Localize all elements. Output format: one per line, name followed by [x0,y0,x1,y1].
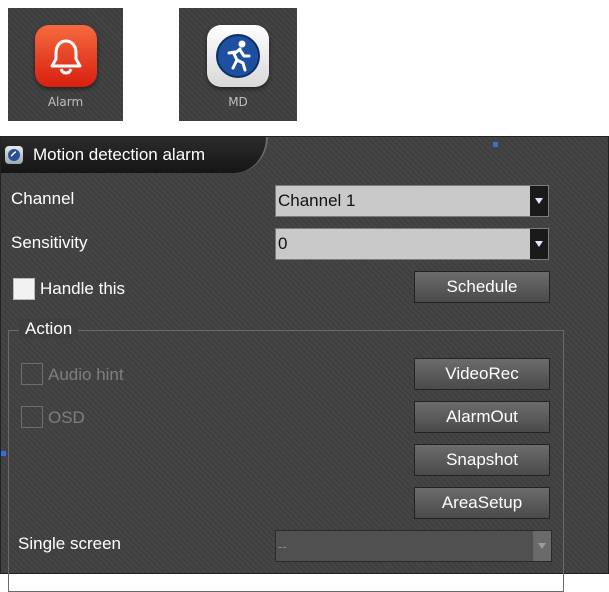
md-tile-label: MD [228,95,248,109]
channel-label: Channel [11,189,75,208]
dialog-title-bar[interactable]: Motion detection alarm [1,137,268,173]
md-tile[interactable]: MD [179,8,297,121]
osd-checkbox[interactable] [21,406,43,428]
snapshot-button[interactable]: Snapshot [414,444,550,476]
motion-detection-panel: Motion detection alarm Channel Channel 1… [0,136,609,592]
action-legend: Action [19,319,79,339]
audio-hint-checkbox[interactable] [21,363,43,385]
videorec-button[interactable]: VideoRec [414,358,550,390]
running-man-icon [207,25,269,87]
single-screen-label: Single screen [18,534,122,553]
areasetup-button[interactable]: AreaSetup [414,487,550,519]
alarm-tile[interactable]: Alarm [8,8,123,121]
sensitivity-value: 0 [278,234,288,253]
action-group: Action Audio hint OSD VideoRec AlarmOut … [8,319,564,592]
selection-marker [1,451,6,456]
single-screen-select[interactable]: -- [275,530,552,562]
bell-icon [34,25,97,87]
channel-select[interactable]: Channel 1 [275,185,549,217]
chevron-down-icon [530,186,548,216]
sensitivity-label: Sensitivity [11,233,88,252]
audio-hint-label: Audio hint [48,365,124,384]
dialog-title: Motion detection alarm [33,145,205,164]
chevron-down-icon [530,229,548,259]
handle-this-checkbox[interactable] [13,278,35,300]
osd-label: OSD [48,408,85,427]
chevron-down-icon [533,531,551,561]
schedule-button[interactable]: Schedule [414,271,550,303]
handle-this-label: Handle this [40,279,126,298]
alarm-tile-label: Alarm [47,95,84,109]
selection-marker [493,142,498,147]
sensitivity-select[interactable]: 0 [275,228,549,260]
alarmout-button[interactable]: AlarmOut [414,401,550,433]
single-screen-value: -- [278,538,287,554]
globe-icon [5,146,23,164]
channel-value: Channel 1 [278,191,356,210]
